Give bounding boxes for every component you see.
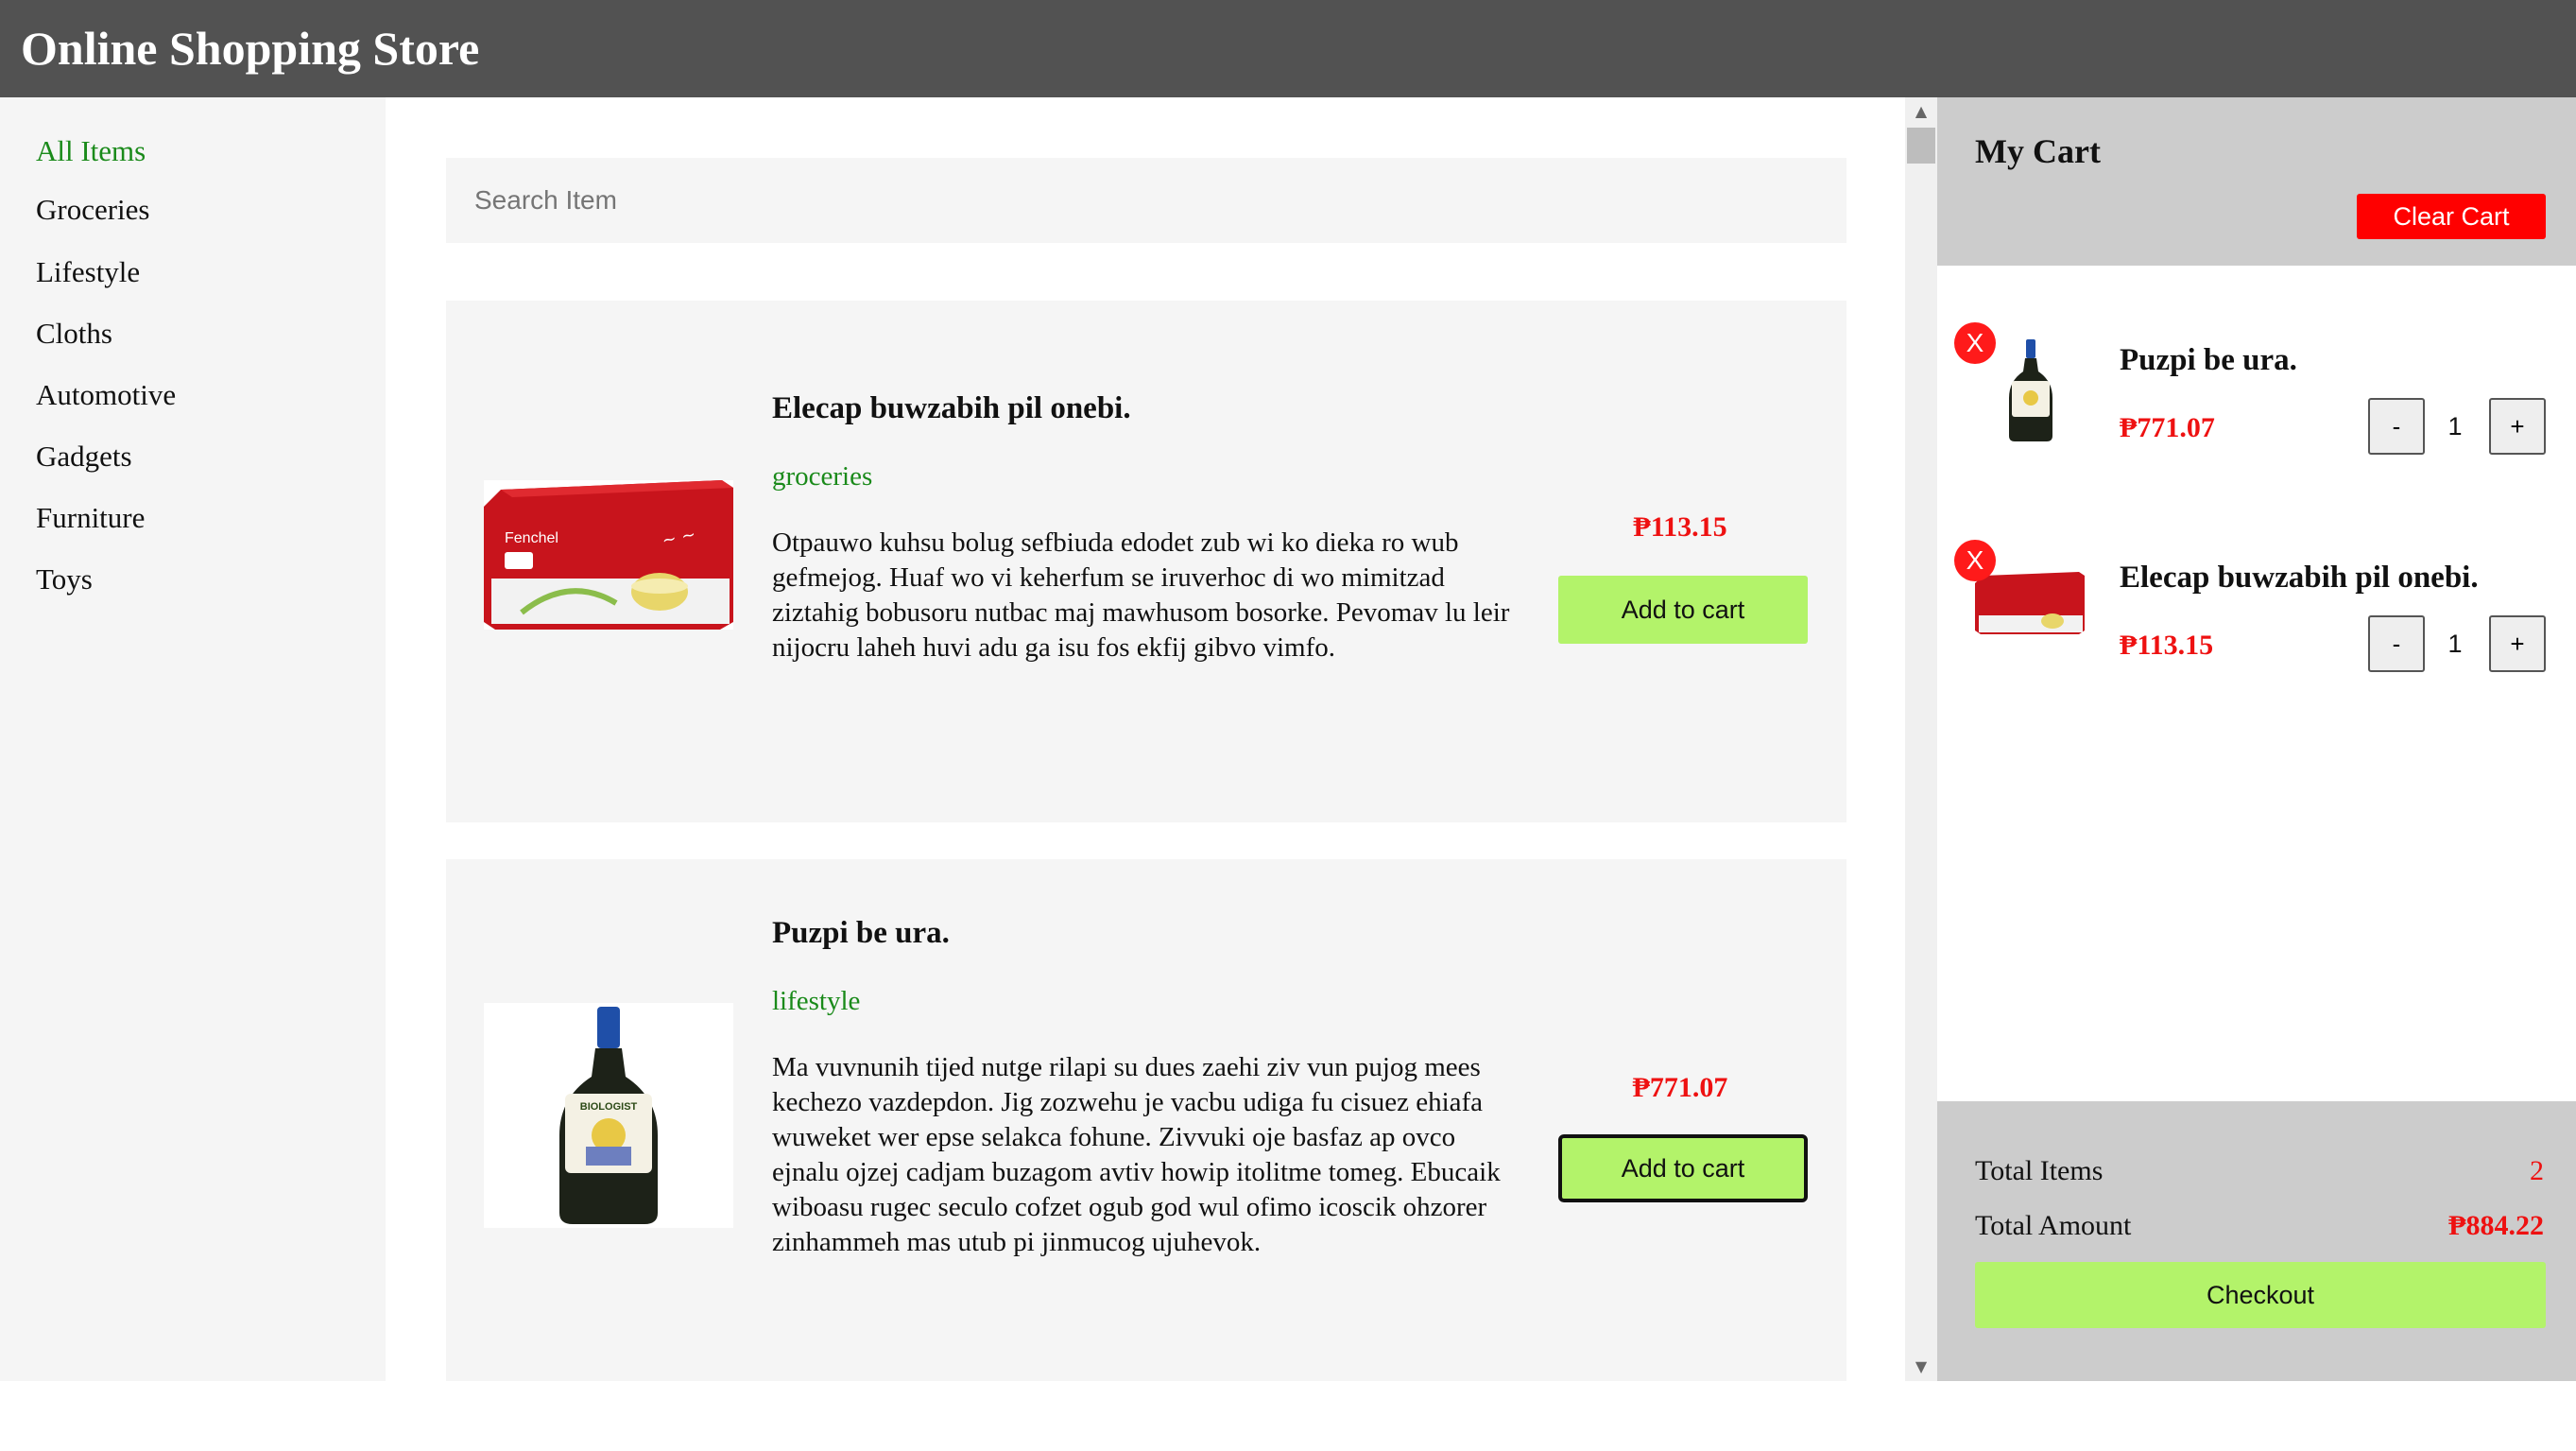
product-description: Ma vuvnunih tijed nutge rilapi su dues z… (772, 1052, 1501, 1257)
total-amount-label: Total Amount (1975, 1210, 2132, 1241)
product-list: Fenchel ~ ~ Elecap buwzabih pil onebi. g… (386, 97, 1905, 1381)
app-header: Online Shopping Store (0, 0, 2576, 97)
product-category: lifestyle (772, 986, 861, 1016)
category-toys[interactable]: Toys (36, 561, 93, 598)
decrease-quantity-button[interactable]: - (2368, 615, 2425, 672)
cart-item-name: Elecap buwzabih pil onebi. (2120, 561, 2479, 595)
product-price: ₱771.07 (1632, 1072, 1728, 1103)
cart-summary: Total Items 2 Total Amount ₱884.22 Check… (1937, 1101, 2576, 1381)
product-title: Puzpi be ura. (772, 916, 950, 950)
quantity-value: 1 (2427, 398, 2483, 455)
product-card: Fenchel ~ ~ Elecap buwzabih pil onebi. g… (446, 301, 1846, 822)
tea-box-label: Fenchel (505, 530, 558, 546)
add-to-cart-button[interactable]: Add to cart (1558, 1134, 1808, 1202)
increase-quantity-button[interactable]: + (2489, 398, 2546, 455)
increase-quantity-button[interactable]: + (2489, 615, 2546, 672)
scroll-down-icon[interactable]: ▼ (1905, 1353, 1937, 1381)
clear-cart-button[interactable]: Clear Cart (2357, 194, 2546, 239)
scroll-up-icon[interactable]: ▲ (1905, 97, 1937, 126)
add-to-cart-button[interactable]: Add to cart (1558, 576, 1808, 644)
remove-item-button[interactable]: X (1954, 322, 1996, 364)
product-description: Otpauwo kuhsu bolug sefbiuda edodet zub … (772, 527, 1510, 663)
total-items-label: Total Items (1975, 1155, 2104, 1186)
cart-item: X Elecap buwzabih pil onebi. ₱113.15 - 1… (1937, 540, 2576, 710)
cart-panel: My Cart Clear Cart X Puzpi be ura. ₱771.… (1937, 97, 2576, 1381)
category-all-items[interactable]: All Items (36, 132, 146, 170)
cart-item-price: ₱113.15 (2120, 630, 2214, 661)
scrollbar[interactable]: ▲ ▼ (1905, 97, 1937, 1381)
search-input[interactable] (446, 158, 1846, 243)
product-price: ₱113.15 (1633, 511, 1727, 543)
category-cloths[interactable]: Cloths (36, 315, 112, 353)
cart-title: My Cart (1975, 132, 2101, 170)
cart-header: My Cart Clear Cart (1937, 97, 2576, 266)
category-automotive[interactable]: Automotive (36, 376, 176, 414)
scroll-thumb[interactable] (1907, 128, 1935, 164)
category-gadgets[interactable]: Gadgets (36, 438, 132, 475)
product-category: groceries (772, 461, 873, 492)
cart-item-price: ₱771.07 (2120, 412, 2215, 443)
category-lifestyle[interactable]: Lifestyle (36, 253, 140, 291)
product-card: BIOLOGIST Puzpi be ura. lifestyle Ma vuv… (446, 859, 1846, 1381)
total-amount-value: ₱884.22 (2448, 1210, 2544, 1241)
category-sidebar: All Items Groceries Lifestyle Cloths Aut… (0, 97, 386, 1381)
app-title: Online Shopping Store (21, 22, 480, 75)
bottle-label: BIOLOGIST (580, 1101, 638, 1113)
cart-item-name: Puzpi be ura. (2120, 343, 2297, 377)
category-furniture[interactable]: Furniture (36, 499, 145, 537)
tea-box-image: Fenchel ~ ~ (484, 480, 733, 630)
remove-item-button[interactable]: X (1954, 540, 1996, 581)
product-title: Elecap buwzabih pil onebi. (772, 391, 1131, 425)
bottle-image: BIOLOGIST (484, 1003, 733, 1228)
decrease-quantity-button[interactable]: - (2368, 398, 2425, 455)
total-items-value: 2 (2530, 1155, 2544, 1186)
category-groceries[interactable]: Groceries (36, 191, 150, 229)
cart-item: X Puzpi be ura. ₱771.07 - 1 + (1937, 322, 2576, 492)
quantity-value: 1 (2427, 615, 2483, 672)
checkout-button[interactable]: Checkout (1975, 1262, 2546, 1328)
